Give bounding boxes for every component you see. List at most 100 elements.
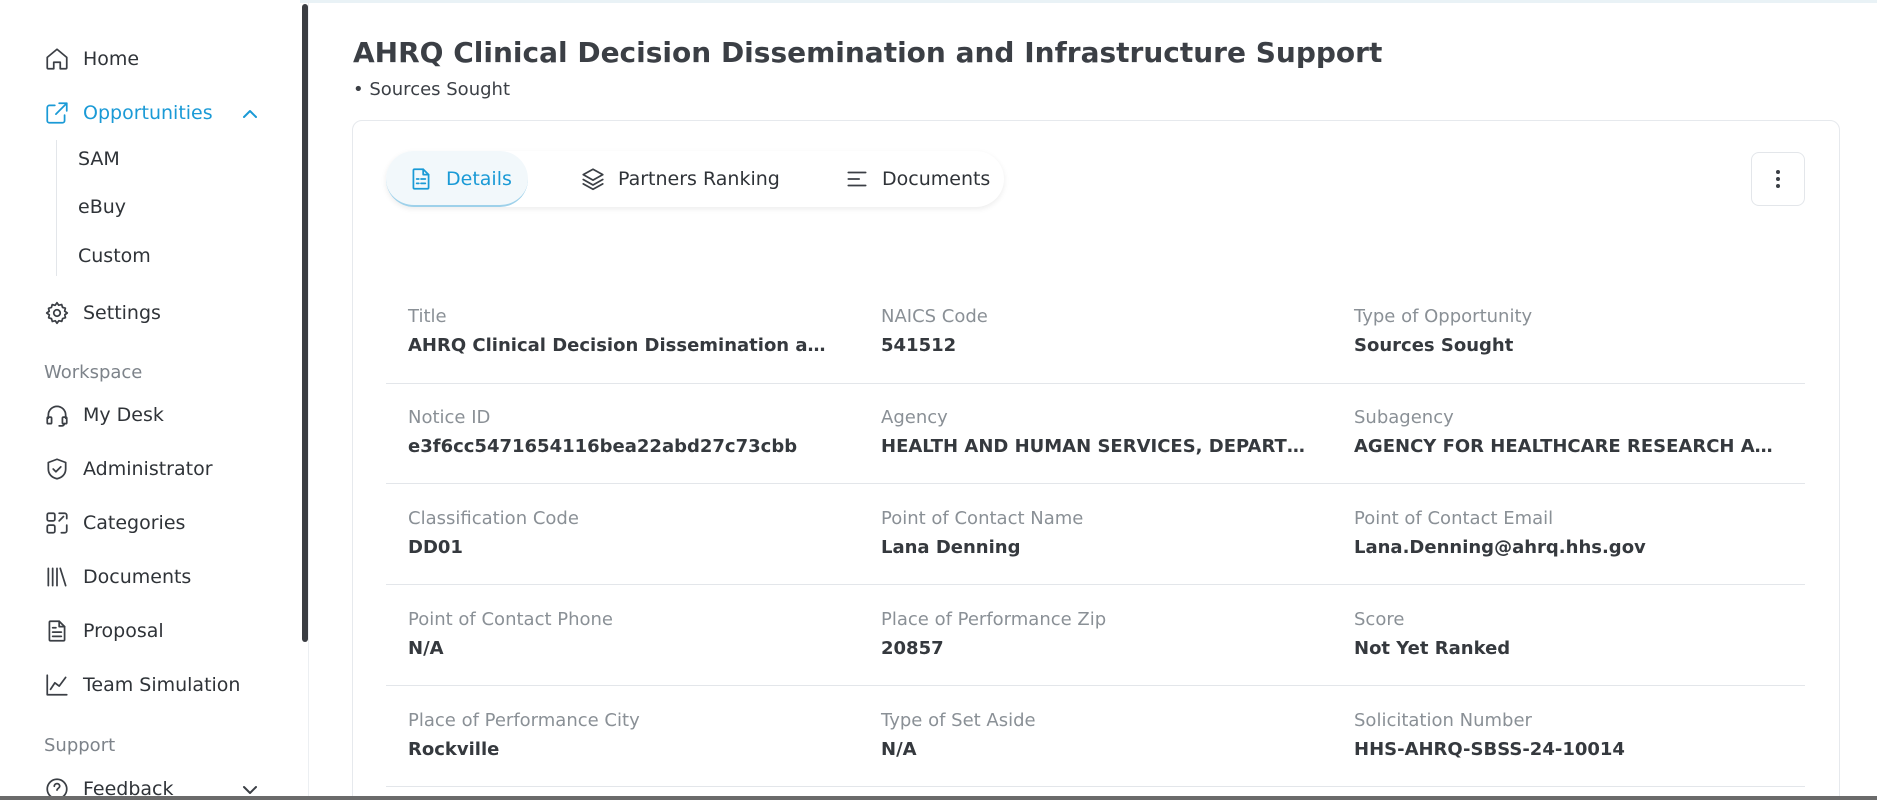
section-label-support: Support: [44, 735, 116, 756]
document-list-icon: [412, 168, 430, 190]
sidebar-item-categories[interactable]: Categories: [44, 510, 185, 536]
sidebar-item-label: Documents: [83, 566, 192, 588]
field-label: Score: [1354, 609, 1405, 630]
headset-icon: [46, 405, 68, 427]
sidebar-item-label: Opportunities: [83, 102, 213, 124]
field-notice-id: Notice ID e3f6cc5471654116bea22abd27c73c…: [408, 407, 838, 457]
sidebar-item-documents[interactable]: Documents: [44, 564, 191, 590]
field-contact-name: Point of Contact Name Lana Denning: [881, 508, 1311, 558]
field-label: Notice ID: [408, 407, 491, 428]
tab-label: Documents: [882, 168, 991, 190]
field-label: Solicitation Number: [1354, 710, 1532, 731]
field-value: AHRQ Clinical Decision Dissemination and…: [408, 335, 838, 356]
field-subagency: Subagency AGENCY FOR HEALTHCARE RESEARCH…: [1354, 407, 1784, 457]
field-label: Point of Contact Phone: [408, 609, 613, 630]
field-value: Sources Sought: [1354, 335, 1514, 356]
field-value: e3f6cc5471654116bea22abd27c73cbb: [408, 436, 798, 457]
sidebar: Home Opportunities SAM eBuy Custom Setti…: [0, 0, 300, 800]
sidebar-item-proposal[interactable]: Proposal: [44, 618, 164, 644]
field-value: Not Yet Ranked: [1354, 638, 1511, 659]
field-value: DD01: [408, 537, 463, 558]
sidebar-item-label: Administrator: [83, 458, 213, 480]
sidebar-item-label: Team Simulation: [83, 674, 241, 696]
field-label: Classification Code: [408, 508, 579, 529]
sidebar-subitem-ebuy[interactable]: eBuy: [78, 196, 126, 218]
field-value: N/A: [881, 739, 917, 760]
document-icon: [48, 620, 66, 642]
line-chart-icon: [46, 674, 68, 696]
more-options-button[interactable]: [1751, 152, 1805, 206]
field-value: Lana Denning: [881, 537, 1021, 558]
sidebar-divider: [308, 0, 309, 800]
field-value: AGENCY FOR HEALTHCARE RESEARCH AND Q...: [1354, 436, 1784, 457]
sidebar-item-team-simulation[interactable]: Team Simulation: [44, 672, 240, 698]
row-divider: [386, 786, 1805, 787]
field-label: Place of Performance City: [408, 710, 640, 731]
sidebar-item-home[interactable]: Home: [44, 46, 139, 72]
details-card: [352, 120, 1840, 800]
row-divider: [386, 685, 1805, 686]
library-icon: [47, 567, 67, 587]
sidebar-item-settings[interactable]: Settings: [44, 300, 161, 326]
categories-icon: [46, 512, 68, 534]
field-value: N/A: [408, 638, 444, 659]
field-label: Title: [408, 306, 447, 327]
field-value: HHS-AHRQ-SBSS-24-10014: [1354, 739, 1625, 760]
shield-check-icon: [47, 458, 67, 480]
tab-documents[interactable]: Documents: [844, 151, 990, 207]
chevron-up-icon[interactable]: [240, 104, 260, 124]
sidebar-item-label: Categories: [83, 512, 186, 534]
field-contact-phone: Point of Contact Phone N/A: [408, 609, 838, 659]
field-set-aside-type: Type of Set Aside N/A: [881, 710, 1311, 760]
field-label: Point of Contact Email: [1354, 508, 1554, 529]
field-label: Place of Performance Zip: [881, 609, 1107, 630]
field-performance-zip: Place of Performance Zip 20857: [881, 609, 1311, 659]
field-score: Score Not Yet Ranked: [1354, 609, 1784, 659]
section-label-workspace: Workspace: [44, 362, 143, 383]
field-label: Type of Opportunity: [1354, 306, 1533, 327]
tab-bar: Details Partners Ranking Documents: [386, 151, 1004, 207]
bottom-edge: [0, 796, 1877, 800]
page-title: AHRQ Clinical Decision Dissemination and…: [353, 36, 1383, 69]
field-label: Point of Contact Name: [881, 508, 1084, 529]
submenu-rail: [56, 140, 57, 276]
field-title: Title AHRQ Clinical Decision Disseminati…: [408, 306, 838, 356]
field-value: HEALTH AND HUMAN SERVICES, DEPARTMEN...: [881, 436, 1311, 457]
sidebar-item-label: Proposal: [83, 620, 164, 642]
field-performance-city: Place of Performance City Rockville: [408, 710, 838, 760]
sidebar-item-opportunities[interactable]: Opportunities: [44, 100, 213, 126]
external-link-icon: [46, 102, 68, 124]
field-label: NAICS Code: [881, 306, 988, 327]
field-type-of-opportunity: Type of Opportunity Sources Sought: [1354, 306, 1784, 356]
field-label: Agency: [881, 407, 948, 428]
sidebar-subitem-sam[interactable]: SAM: [78, 148, 120, 170]
sidebar-item-administrator[interactable]: Administrator: [44, 456, 213, 482]
field-naics-code: NAICS Code 541512: [881, 306, 1311, 356]
tab-partners-ranking[interactable]: Partners Ranking: [580, 151, 780, 207]
field-contact-email: Point of Contact Email Lana.Denning@ahrq…: [1354, 508, 1784, 558]
more-vertical-icon: [1776, 170, 1780, 188]
field-classification-code: Classification Code DD01: [408, 508, 838, 558]
field-solicitation-number: Solicitation Number HHS-AHRQ-SBSS-24-100…: [1354, 710, 1784, 760]
sidebar-subitem-custom[interactable]: Custom: [78, 245, 151, 267]
sidebar-item-my-desk[interactable]: My Desk: [44, 402, 164, 428]
home-icon: [46, 48, 68, 70]
tab-label: Details: [446, 168, 512, 190]
gear-icon: [45, 301, 69, 325]
tab-label: Partners Ranking: [618, 168, 780, 190]
sidebar-item-label: My Desk: [83, 404, 164, 426]
sidebar-item-label: Home: [83, 48, 140, 70]
field-agency: Agency HEALTH AND HUMAN SERVICES, DEPART…: [881, 407, 1311, 457]
field-value: Rockville: [408, 739, 500, 760]
field-label: Subagency: [1354, 407, 1454, 428]
row-divider: [386, 383, 1805, 384]
field-value: 541512: [881, 335, 957, 356]
tab-details[interactable]: Details: [408, 151, 512, 207]
sidebar-item-label: Settings: [83, 302, 161, 324]
field-value: 20857: [881, 638, 944, 659]
field-label: Type of Set Aside: [881, 710, 1036, 731]
opportunity-type-subtitle: • Sources Sought: [353, 79, 510, 100]
align-left-icon: [847, 171, 867, 187]
row-divider: [386, 483, 1805, 484]
field-value: Lana.Denning@ahrq.hhs.gov: [1354, 537, 1646, 558]
